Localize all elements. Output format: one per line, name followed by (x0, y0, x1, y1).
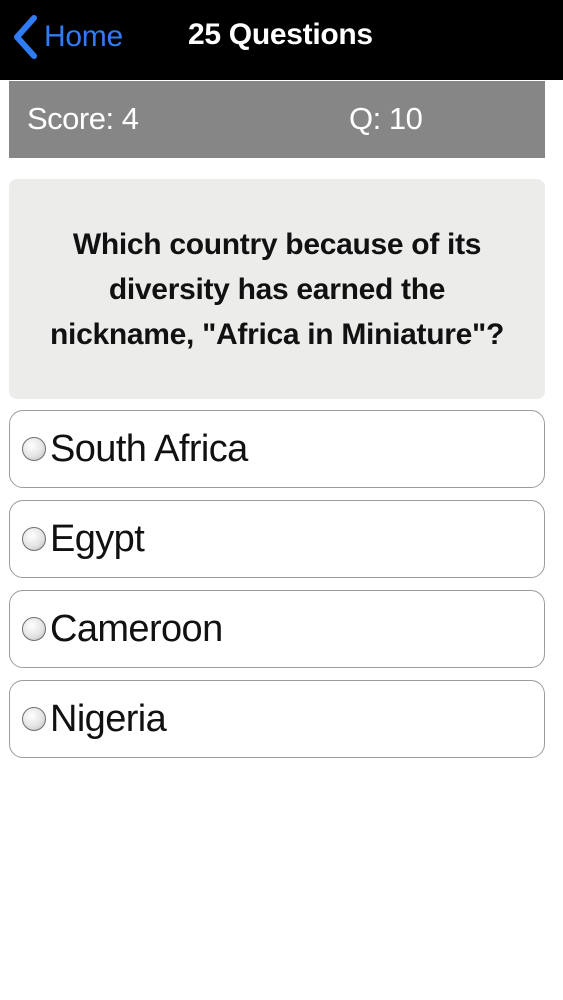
navigation-bar: Home 25 Questions (0, 0, 563, 80)
home-back-button[interactable]: Home (10, 14, 123, 60)
answer-label: Egypt (50, 517, 145, 560)
answer-label: South Africa (50, 427, 248, 470)
answer-option-nigeria[interactable]: Nigeria (9, 680, 545, 758)
score-label: Score: 4 (27, 101, 139, 136)
question-text: Which country because of its diversity h… (50, 227, 504, 351)
answer-option-cameroon[interactable]: Cameroon (9, 590, 545, 668)
answer-option-egypt[interactable]: Egypt (9, 500, 545, 578)
page-title: 25 Questions (188, 18, 373, 51)
chevron-left-icon (14, 15, 37, 59)
question-card: Which country because of its diversity h… (9, 179, 545, 399)
question-number-label: Q: 10 (349, 101, 423, 136)
answer-option-south-africa[interactable]: South Africa (9, 410, 545, 488)
radio-button-icon[interactable] (22, 527, 46, 551)
home-back-label: Home (44, 20, 123, 53)
answer-list: South Africa Egypt Cameroon Nigeria (9, 410, 545, 770)
answer-label: Cameroon (50, 607, 223, 650)
radio-button-icon[interactable] (22, 437, 46, 461)
answer-label: Nigeria (50, 697, 167, 740)
radio-button-icon[interactable] (22, 707, 46, 731)
radio-button-icon[interactable] (22, 617, 46, 641)
score-bar: Score: 4 Q: 10 (9, 81, 545, 158)
